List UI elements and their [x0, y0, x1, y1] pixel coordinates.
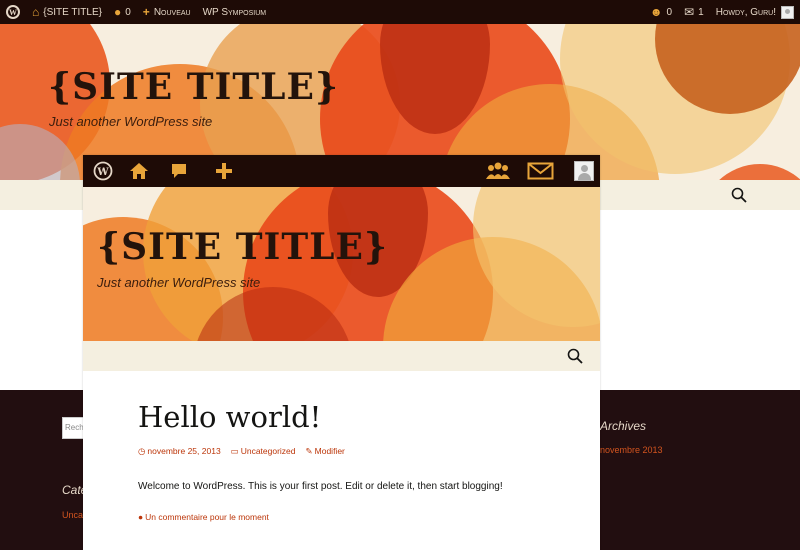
admin-bar: W ⌂ {SITE TITLE} ● 0 + Nouveau WP Sympos… [0, 0, 800, 24]
mobile-site-title[interactable]: {SITE TITLE} [97, 226, 388, 268]
category-link[interactable]: Unca [62, 510, 83, 520]
pencil-icon: ✎ [305, 446, 313, 456]
comment-icon: ● [138, 512, 144, 522]
mobile-site-tagline: Just another WordPress site [97, 275, 261, 290]
mobile-site-header: {SITE TITLE} Just another WordPress site [83, 187, 600, 341]
home-icon: ⌂ [32, 5, 40, 19]
clock-icon: ◷ [138, 446, 146, 456]
post-meta: ◷ novembre 25, 2013 ▭ Uncategorized ✎ Modif… [138, 446, 345, 457]
avatar [781, 5, 794, 19]
mail-count: 1 [698, 6, 704, 18]
site-title[interactable]: {SITE TITLE} [48, 66, 339, 108]
wp-logo-menu[interactable]: W [0, 0, 26, 24]
edit-post-link[interactable]: ✎ Modifier [306, 446, 345, 457]
avatar-head [581, 165, 588, 172]
friends-count: 0 [666, 6, 673, 18]
svg-text:W: W [96, 167, 109, 178]
search-icon[interactable] [567, 348, 583, 364]
mobile-admin-bar: W [83, 155, 600, 187]
wp-symposium-label: WP Symposium [202, 6, 267, 18]
friends-icon[interactable] [486, 161, 510, 181]
wp-symposium-menu[interactable]: WP Symposium [197, 0, 273, 24]
mail-menu[interactable]: ✉ 1 [678, 0, 710, 24]
friends-menu[interactable]: ☻ 0 [644, 0, 678, 24]
comments-count: 0 [125, 6, 131, 18]
folder-icon: ▭ [230, 446, 239, 456]
greeting-label: Howdy, Guru! [715, 6, 776, 18]
avatar[interactable] [574, 161, 594, 181]
post-category: Uncategorized [240, 446, 296, 456]
admin-bar-secondary: ☻ 0 ✉ 1 Howdy, Guru! [644, 0, 800, 24]
screenshot-root: W ⌂ {SITE TITLE} ● 0 + Nouveau WP Sympos… [0, 0, 800, 550]
avatar-body [578, 173, 591, 180]
my-account-menu[interactable]: Howdy, Guru! [710, 0, 800, 24]
wordpress-icon: W [6, 5, 20, 19]
comment-icon[interactable] [169, 161, 189, 181]
mail-icon: ✉ [684, 5, 695, 19]
post-category-link[interactable]: ▭ Uncategorized [231, 446, 296, 457]
site-name-label: {SITE TITLE} [43, 6, 102, 18]
site-name-menu[interactable]: ⌂ {SITE TITLE} [26, 0, 108, 24]
mobile-view-overlay: W {SITE TITLE} Just another WordPress si… [83, 155, 600, 550]
wordpress-icon[interactable]: W [93, 161, 113, 181]
plus-icon[interactable] [214, 161, 234, 181]
post-title[interactable]: Hello world! [138, 400, 321, 434]
site-tagline: Just another WordPress site [49, 114, 213, 129]
post-date: novembre 25, 2013 [147, 446, 221, 456]
new-content-label: Nouveau [153, 6, 191, 18]
post-date-link[interactable]: ◷ novembre 25, 2013 [138, 446, 221, 457]
new-content-menu[interactable]: + Nouveau [137, 0, 197, 24]
mobile-navbar [83, 341, 600, 371]
comments-link[interactable]: ● Un commentaire pour le moment [138, 512, 269, 522]
archives-widget-title: Archives [600, 419, 647, 433]
mail-icon[interactable] [527, 161, 554, 181]
search-icon[interactable] [731, 187, 747, 203]
comments-link-label: Un commentaire pour le moment [145, 512, 269, 522]
archive-link[interactable]: novembre 2013 [600, 445, 663, 455]
plus-icon: + [142, 5, 150, 19]
comments-menu[interactable]: ● 0 [108, 0, 137, 24]
comment-icon: ● [113, 5, 122, 19]
edit-post-label: Modifier [314, 446, 345, 456]
post-content: Welcome to WordPress. This is your first… [138, 481, 503, 492]
friends-icon: ☻ [649, 5, 663, 19]
home-icon[interactable] [129, 161, 149, 181]
